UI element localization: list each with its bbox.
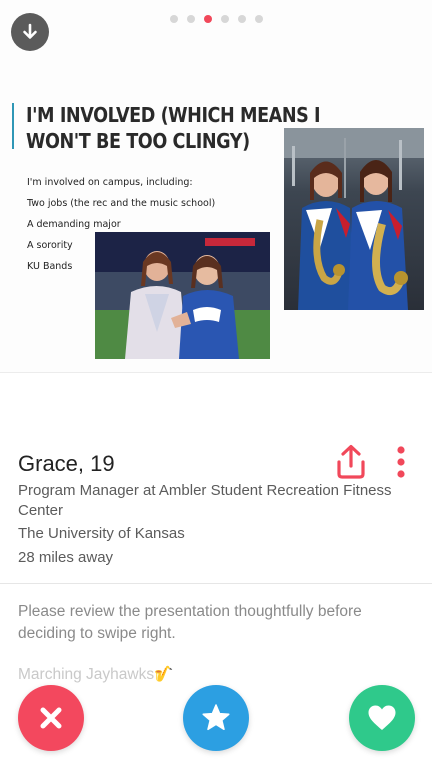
pagination-dot[interactable] [221,15,229,23]
nope-button[interactable] [18,685,84,751]
more-options-button[interactable] [394,446,408,478]
profile-job: Program Manager at Ambler Student Recrea… [18,482,392,519]
heart-icon [368,705,396,730]
more-vertical-icon [397,446,405,478]
profile-school: The University of Kansas [18,525,185,542]
pagination-dot[interactable] [187,15,195,23]
profile-distance: 28 miles away [18,549,114,566]
pagination-dot[interactable] [255,15,263,23]
photo-pagination [170,15,263,23]
like-button[interactable] [349,685,415,751]
saxophone-photo [284,128,424,310]
profile-photo[interactable]: I'M INVOLVED (WHICH MEANS I WON'T BE TOO… [0,0,432,372]
share-icon [337,444,365,479]
pagination-dot[interactable] [170,15,178,23]
profile-name: Grace [18,451,78,476]
profile-bio: Please review the presentation thoughtfu… [18,603,362,642]
pagination-dot[interactable] [238,15,246,23]
stadium-photo [95,232,270,359]
collapse-button[interactable] [11,13,49,51]
slide-accent-bar [12,103,14,149]
profile-age: , 19 [77,451,115,476]
pagination-dot-active[interactable] [204,15,212,23]
profile-extra: Marching Jayhawks🎷 [18,666,174,683]
slide-list-item: I'm involved on campus, including: [27,177,193,188]
section-divider [0,583,432,584]
profile-name-age: Grace, 19 [18,451,115,477]
star-icon [202,704,230,731]
section-divider [0,372,432,373]
down-arrow-icon [23,23,37,39]
slide-list-item: Two jobs (the rec and the music school) [27,198,216,209]
close-icon [40,707,62,729]
super-like-button[interactable] [183,685,249,751]
share-button[interactable] [334,444,368,480]
